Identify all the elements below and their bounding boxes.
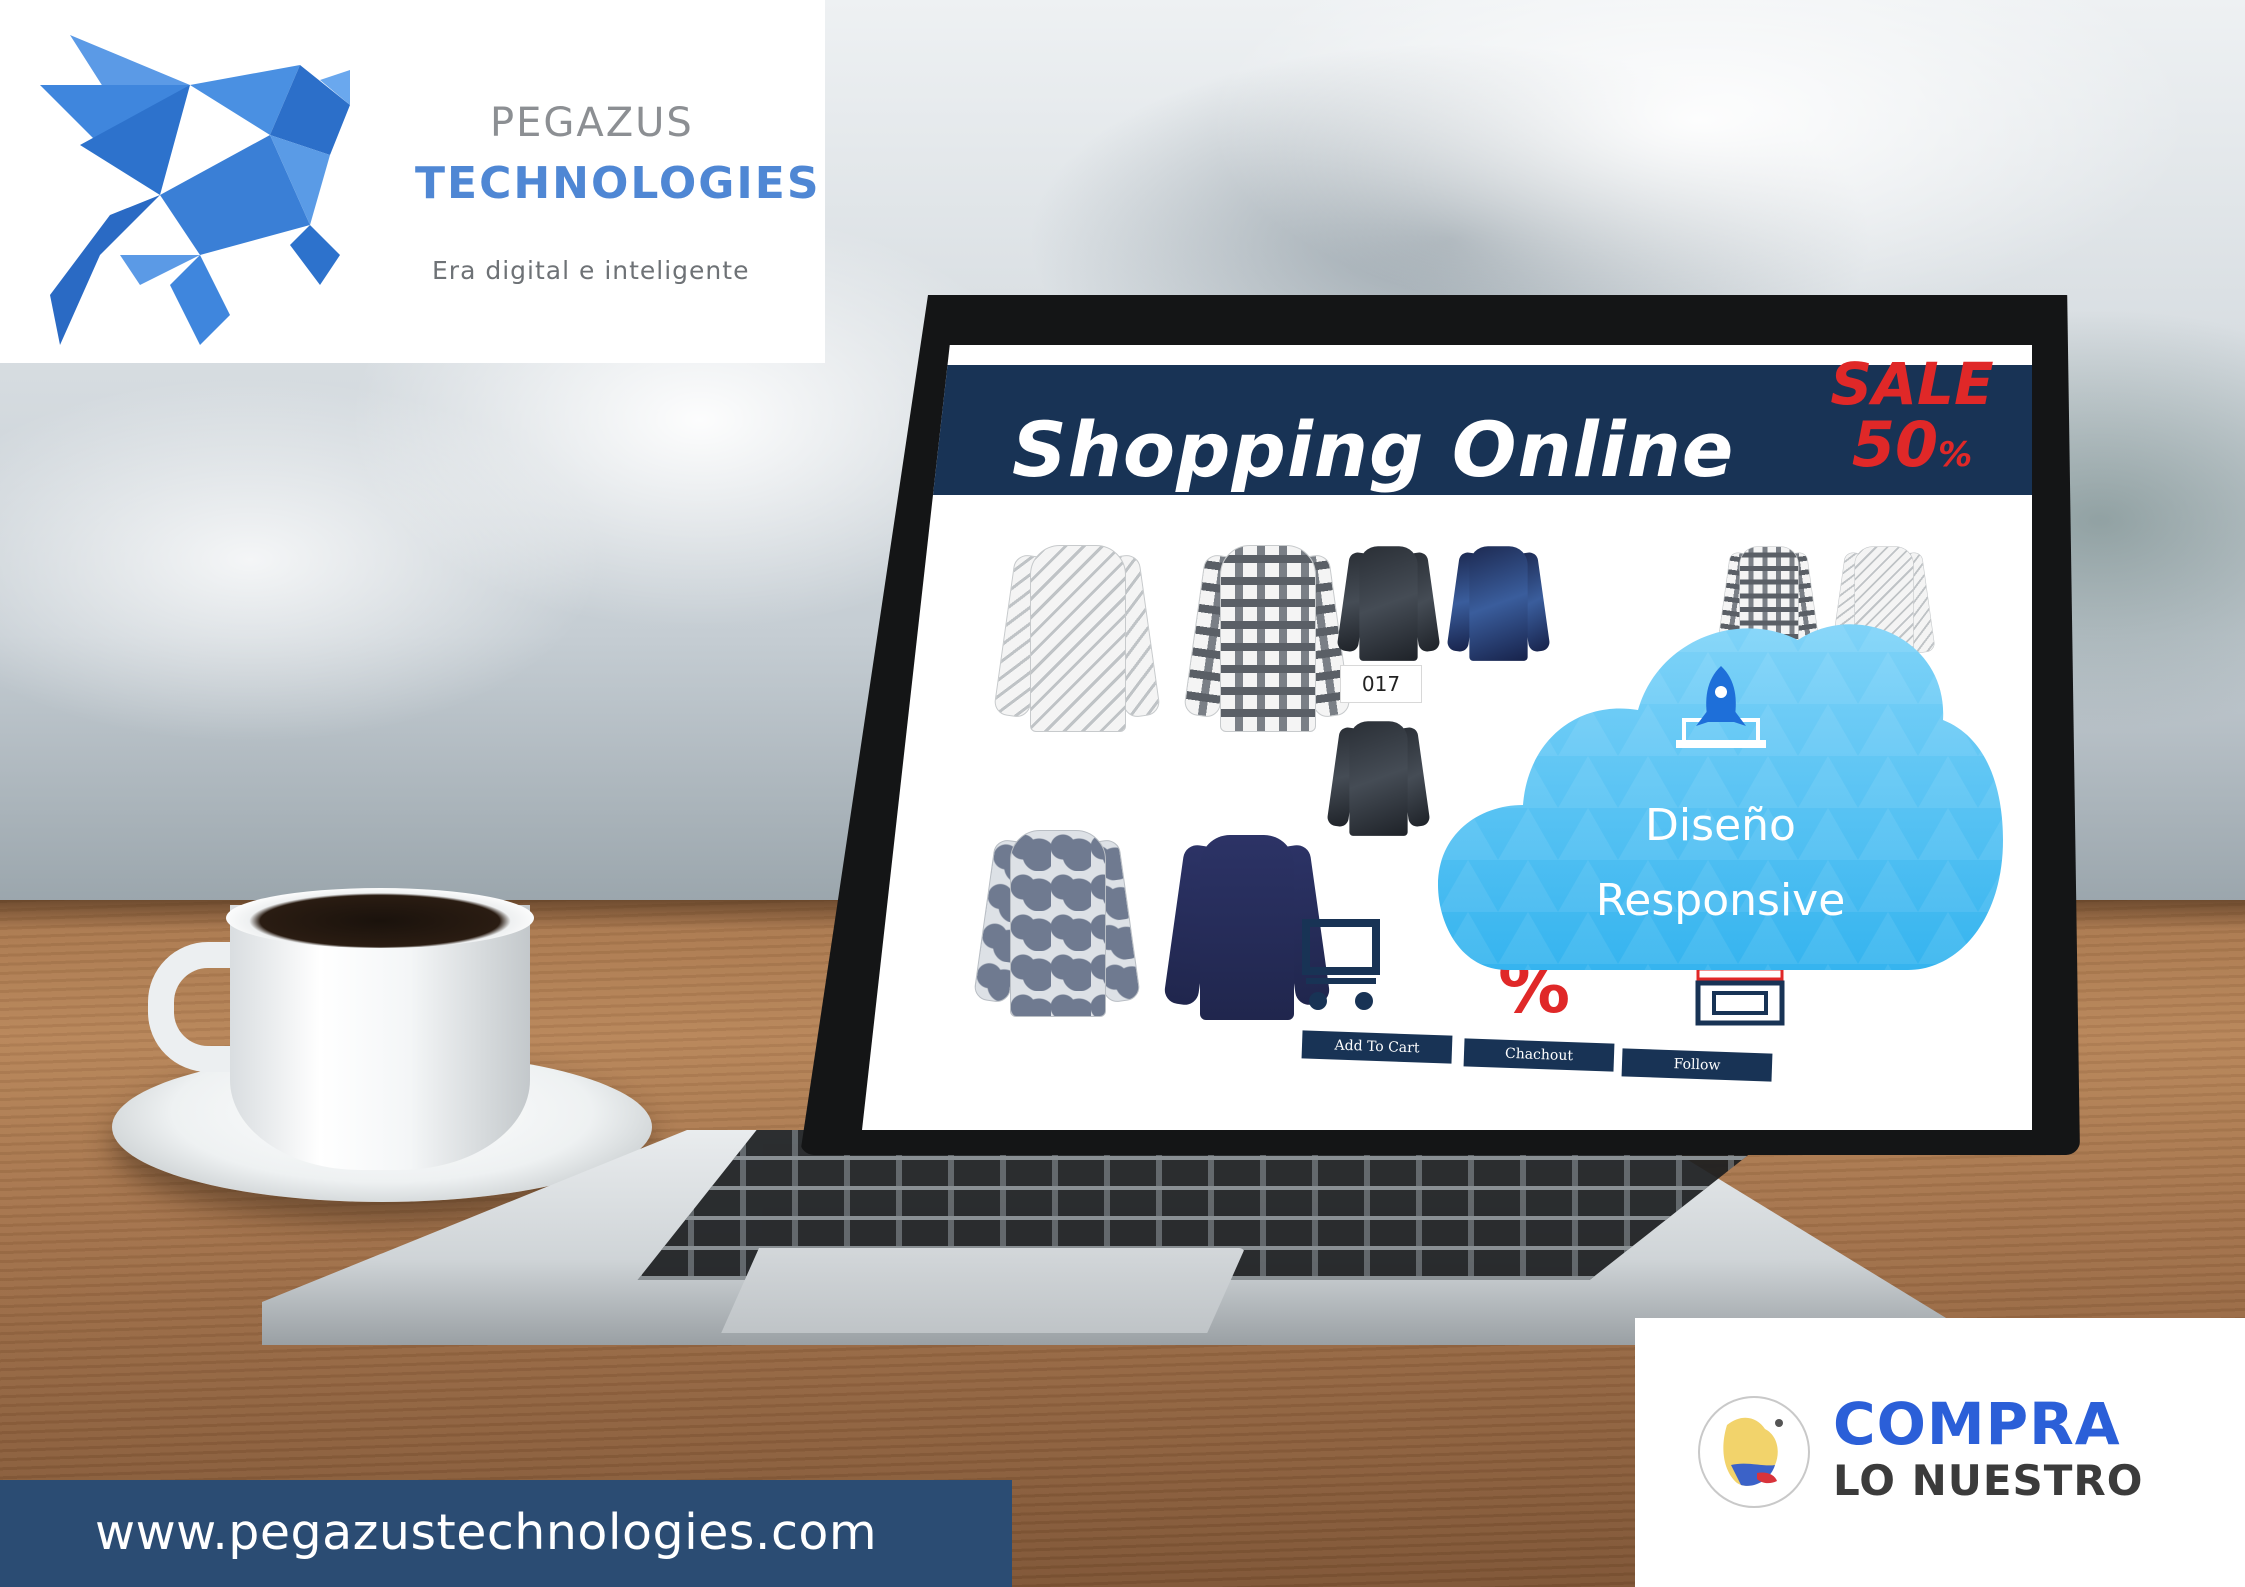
campaign-subtitle: LO NUESTRO [1833, 1456, 2144, 1505]
website-url-bar: www.pegazustechnologies.com [0, 1480, 1012, 1587]
brand-name: PEGAZUS [490, 100, 694, 146]
cloud-label-line2: Responsive [1595, 875, 1846, 926]
rocket-icon [1676, 666, 1766, 748]
shirt-body [1200, 835, 1294, 1020]
shirt-body [1220, 545, 1316, 732]
brand-subtitle: TECHNOLOGIES [415, 158, 821, 209]
pegasus-logo-icon [40, 35, 350, 345]
sale-label: SALE [1830, 350, 1994, 418]
sale-value: 50% [1812, 413, 2012, 487]
responsive-design-cloud: Diseño Responsive [1438, 600, 2003, 980]
brand-tagline: Era digital e inteligente [432, 256, 750, 285]
product-thumb-5[interactable] [1326, 715, 1431, 839]
shirt-body [1359, 546, 1418, 661]
sale-number: 50 [1851, 408, 1939, 481]
product-thumb-1[interactable] [1336, 540, 1441, 664]
shirt-body [1010, 830, 1106, 1017]
shopping-title: Shopping Online [1012, 405, 1735, 494]
laptop-trackpad [721, 1248, 1245, 1333]
sale-badge: SALE 50% [1812, 355, 2012, 485]
colombia-seal-icon [1698, 1396, 1810, 1508]
sale-unit: % [1938, 435, 1973, 475]
product-shirt-circles[interactable] [972, 820, 1142, 1020]
cup-rim [226, 888, 534, 948]
shirt-body [1349, 721, 1408, 836]
shopping-cart-icon[interactable] [1300, 915, 1386, 1015]
website-url[interactable]: www.pegazustechnologies.com [95, 1504, 877, 1561]
campaign-title: COMPRA [1833, 1390, 2121, 1458]
checkout-button[interactable]: Chachout [1463, 1038, 1615, 1072]
compra-lo-nuestro-panel: COMPRA LO NUESTRO [1635, 1318, 2245, 1587]
add-to-cart-button[interactable]: Add To Cart [1301, 1030, 1453, 1064]
product-tag: 017 [1340, 665, 1422, 703]
cloud-label-line1: Diseño [1645, 800, 1796, 851]
follow-button[interactable]: Follow [1621, 1048, 1773, 1082]
product-shirt-pattern[interactable] [1182, 535, 1352, 735]
shirt-body [1030, 545, 1126, 732]
brand-panel: PEGAZUS TECHNOLOGIES Era digital e intel… [0, 0, 825, 363]
product-shirt-raven[interactable] [992, 535, 1162, 735]
